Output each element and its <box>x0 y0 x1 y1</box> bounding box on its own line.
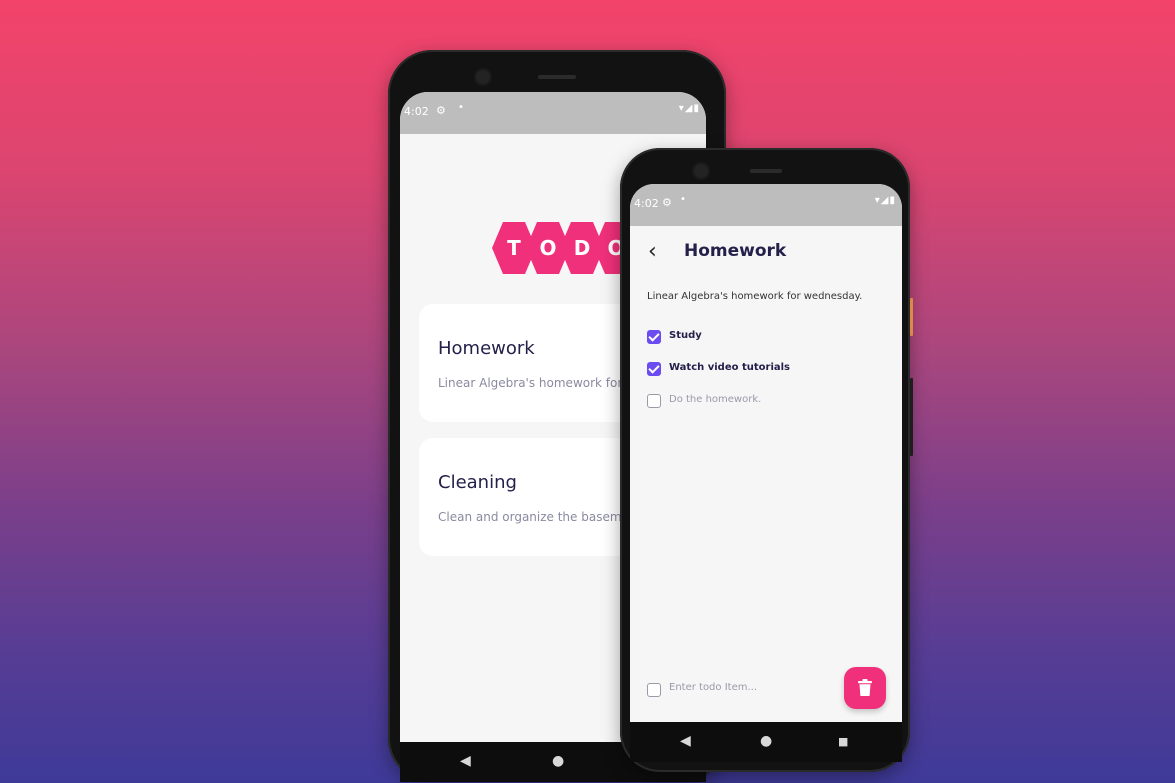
earpiece-speaker <box>538 75 576 79</box>
todo-description: Linear Algebra's homework for wednesday. <box>647 291 863 302</box>
todo-checkbox[interactable] <box>647 330 661 344</box>
settings-gear-icon: ⚙ <box>662 196 672 209</box>
power-button <box>910 298 913 336</box>
card-title: Homework <box>438 338 535 359</box>
nav-recents-button[interactable]: ■ <box>838 735 848 748</box>
todo-item-label: Do the homework. <box>669 394 762 405</box>
new-todo-input[interactable] <box>669 682 819 693</box>
card-description: Linear Algebra's homework for we <box>438 376 644 390</box>
front-camera <box>476 70 490 84</box>
card-description: Clean and organize the basement <box>438 510 642 524</box>
system-status-icons: ▾◢▮ <box>678 103 700 114</box>
settings-gear-icon: ⚙ <box>436 104 446 117</box>
todo-item-label: Watch video tutorials <box>669 362 791 373</box>
status-bar: 4:02 ⚙ • ▾◢▮ <box>400 92 706 134</box>
nav-back-button[interactable]: ◀ <box>460 753 471 769</box>
volume-button <box>910 378 913 456</box>
new-todo-checkbox[interactable] <box>647 683 661 697</box>
notification-dot: • <box>680 194 686 205</box>
page-title: Homework <box>684 241 787 261</box>
status-bar: 4:02 ⚙ • ▾◢▮ <box>630 184 902 226</box>
earpiece-speaker <box>750 169 782 173</box>
front-camera <box>694 164 708 178</box>
back-arrow-icon[interactable]: ‹ <box>648 241 657 263</box>
nav-home-button[interactable]: ● <box>760 733 772 749</box>
nav-back-button[interactable]: ◀ <box>680 733 691 749</box>
front-phone: 4:02 ⚙ • ▾◢▮ ‹ Homework Linear Algebra's… <box>620 148 913 772</box>
todo-checkbox[interactable] <box>647 362 661 376</box>
status-time: 4:02 <box>634 197 659 210</box>
todo-checkbox[interactable] <box>647 394 661 408</box>
delete-button[interactable] <box>844 667 886 709</box>
nav-home-button[interactable]: ● <box>552 753 564 769</box>
system-status-icons: ▾◢▮ <box>874 195 896 206</box>
notification-dot: • <box>458 102 464 113</box>
card-title: Cleaning <box>438 472 517 493</box>
navigation-bar: ◀ ● ■ <box>630 722 902 762</box>
todo-detail-screen: 4:02 ⚙ • ▾◢▮ ‹ Homework Linear Algebra's… <box>630 184 902 762</box>
trash-icon <box>858 679 872 696</box>
status-time: 4:02 <box>404 105 429 118</box>
detail-header: ‹ Homework <box>630 226 902 276</box>
todo-item-label: Study <box>669 330 702 341</box>
